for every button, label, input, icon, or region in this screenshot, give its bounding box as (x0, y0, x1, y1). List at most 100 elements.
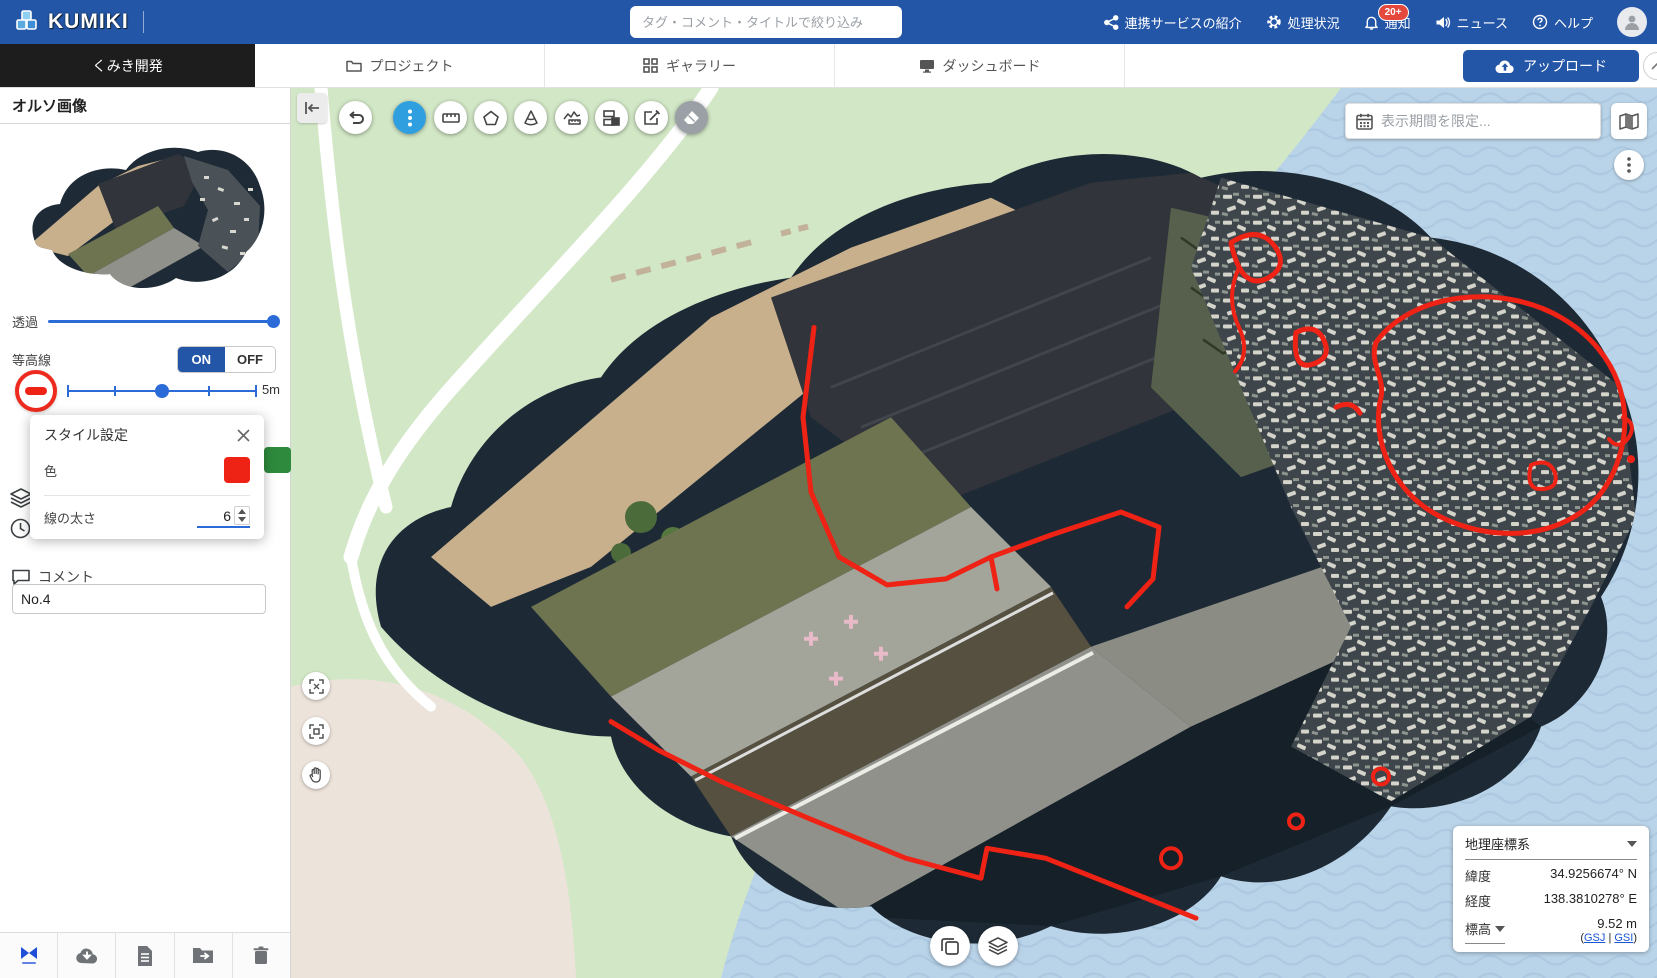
kebab-icon (408, 109, 412, 127)
folder-move-icon (192, 947, 214, 964)
ortho-thumbnail[interactable] (8, 126, 283, 296)
workspace-tab[interactable]: くみき開発 (0, 44, 255, 87)
gsj-link[interactable]: GSJ (1584, 932, 1605, 944)
measure-area-button[interactable] (474, 101, 507, 134)
brand-divider (143, 11, 144, 33)
pan-hand-button[interactable] (302, 761, 330, 789)
chevron-down-icon (1495, 926, 1505, 932)
tab-projects[interactable]: プロジェクト (255, 44, 545, 87)
news-label: ニュース (1457, 13, 1508, 32)
bottom-map-buttons (930, 926, 1018, 966)
elevation-selector[interactable]: 標高 (1465, 916, 1505, 944)
elevation-label: 標高 (1465, 919, 1491, 938)
transparency-label: 透過 (12, 312, 38, 331)
global-search-input[interactable] (630, 6, 902, 38)
edit-icon (643, 109, 660, 126)
comment-bubble-icon (12, 569, 30, 585)
news-link[interactable]: ニュース (1435, 13, 1508, 32)
collapse-header-button[interactable] (1643, 52, 1657, 80)
measure-volume-button[interactable] (514, 101, 547, 134)
sidebar-title: オルソ画像 (0, 88, 290, 124)
report-button[interactable] (116, 933, 174, 978)
tab-dashboard[interactable]: ダッシュボード (835, 44, 1125, 87)
thickness-input[interactable] (197, 508, 231, 524)
chevron-up-icon (1651, 63, 1657, 70)
notification-badge: 20+ (1378, 4, 1409, 21)
processing-status-link[interactable]: 処理状況 (1266, 13, 1340, 32)
notifications-link[interactable]: 通知 20+ (1364, 13, 1411, 32)
style-settings-popup: スタイル設定 色 線の太さ (30, 415, 264, 539)
coordinates-panel: 地理座標系 緯度 34.9256674° N 経度 138.3810278° E… (1453, 826, 1649, 952)
clock-icon[interactable] (10, 518, 31, 544)
elevation-profile-button[interactable] (555, 101, 588, 134)
contour-style-button[interactable] (15, 370, 57, 412)
hand-icon (309, 767, 323, 783)
thickness-stepper[interactable] (234, 506, 250, 525)
apply-button-partial[interactable] (264, 447, 291, 473)
edit-annotation-button[interactable] (635, 101, 668, 134)
focus-extent-button[interactable] (302, 717, 330, 745)
tab-gallery-label: ギャラリー (666, 56, 736, 76)
date-filter-input[interactable] (1381, 113, 1590, 129)
processing-status-label: 処理状況 (1288, 13, 1340, 32)
crs-selector[interactable]: 地理座標系 (1465, 834, 1637, 860)
style-popup-title: スタイル設定 (44, 425, 128, 445)
color-swatch[interactable] (224, 457, 250, 483)
transparency-row: 透過 (12, 312, 278, 330)
stepper-down-icon[interactable] (238, 517, 246, 522)
contour-interval-slider[interactable] (66, 383, 258, 399)
gsi-link[interactable]: GSI (1614, 932, 1633, 944)
tab-projects-label: プロジェクト (370, 56, 454, 76)
elevation-value: 9.52 m (1597, 916, 1637, 931)
help-link[interactable]: ヘルプ (1532, 13, 1593, 32)
eraser-icon (683, 110, 700, 125)
partner-services-label: 連携サービスの紹介 (1125, 13, 1242, 32)
kumiki-cubes-icon (14, 9, 40, 35)
eraser-button[interactable] (675, 101, 708, 134)
chevron-down-icon (1627, 841, 1637, 847)
scan-x-export-button[interactable] (0, 933, 58, 978)
tab-gallery[interactable]: ギャラリー (545, 44, 835, 87)
partner-services-link[interactable]: 連携サービスの紹介 (1104, 13, 1242, 32)
more-tools-button[interactable] (393, 101, 426, 134)
move-to-folder-button[interactable] (175, 933, 233, 978)
map-icon (1619, 113, 1639, 130)
layers-icon[interactable] (10, 488, 32, 513)
comment-input[interactable] (12, 584, 266, 614)
upload-button-label: アップロード (1523, 56, 1607, 76)
transparency-slider-knob[interactable] (267, 315, 280, 328)
share-icon (1104, 15, 1119, 30)
screenshot-compare-button[interactable] (930, 926, 970, 966)
contour-interval-knob (155, 384, 169, 398)
fit-bounds-icon (309, 679, 324, 694)
map-viewport[interactable]: 地理座標系 緯度 34.9256674° N 経度 138.3810278° E… (291, 88, 1657, 978)
app-window: KUMIKI 連携サービスの紹介 (0, 0, 1657, 978)
user-avatar[interactable] (1617, 7, 1647, 37)
map-options-button[interactable] (1614, 150, 1644, 180)
transparency-slider[interactable] (48, 320, 278, 323)
layers-panel-button[interactable] (978, 926, 1018, 966)
compare-button[interactable] (595, 101, 628, 134)
help-label: ヘルプ (1554, 13, 1593, 32)
contour-interval-row: 5m (0, 369, 290, 415)
latitude-label: 緯度 (1465, 866, 1491, 885)
top-navbar: KUMIKI 連携サービスの紹介 (0, 0, 1657, 44)
gear-icon (1266, 14, 1282, 30)
brand-logo[interactable]: KUMIKI (0, 9, 143, 35)
focus-extent-icon (309, 724, 324, 739)
delete-button[interactable] (233, 933, 290, 978)
close-icon[interactable] (237, 429, 250, 442)
upload-button[interactable]: アップロード (1463, 50, 1639, 82)
measure-distance-button[interactable] (434, 101, 467, 134)
undo-button[interactable] (339, 101, 372, 134)
collapse-sidebar-button[interactable] (297, 93, 327, 123)
calendar-icon (1356, 113, 1373, 130)
monitor-icon (919, 59, 935, 73)
fit-bounds-button[interactable] (302, 672, 330, 700)
latitude-value: 34.9256674° N (1550, 866, 1637, 885)
thickness-label: 線の太さ (44, 508, 96, 527)
download-button[interactable] (58, 933, 116, 978)
stepper-up-icon[interactable] (238, 509, 246, 514)
top-links: 連携サービスの紹介 処理状況 通知 (1104, 0, 1647, 44)
basemap-button[interactable] (1611, 103, 1647, 139)
